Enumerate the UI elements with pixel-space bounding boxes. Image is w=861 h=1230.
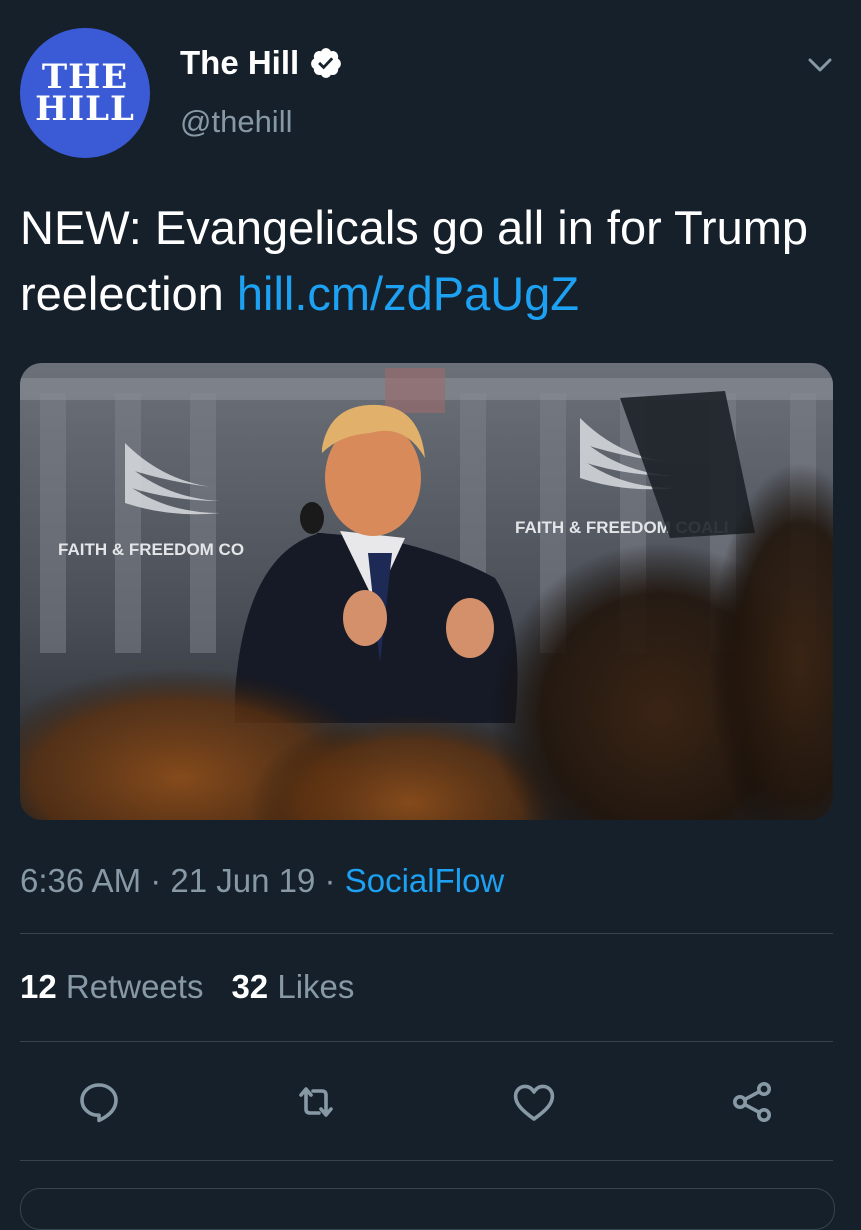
- meta-separator: ·: [141, 862, 171, 899]
- tweet-stats: 12 Retweets 32 Likes: [20, 968, 354, 1006]
- likes-count: 32: [231, 968, 269, 1005]
- tweet-date: 21 Jun 19: [170, 862, 316, 899]
- share-button[interactable]: [728, 1078, 776, 1126]
- tweet-meta: 6:36 AM · 21 Jun 19 · SocialFlow: [20, 862, 504, 900]
- tweet-source-link[interactable]: SocialFlow: [345, 862, 505, 899]
- share-icon: [733, 1082, 771, 1122]
- media-photo: FAITH & FREEDOM CO FAITH & FREEDOM COALI: [20, 363, 833, 820]
- tweet-media-image[interactable]: FAITH & FREEDOM CO FAITH & FREEDOM COALI: [20, 363, 833, 820]
- divider: [20, 933, 833, 934]
- author-name-row: The Hill: [180, 44, 343, 82]
- display-name[interactable]: The Hill: [180, 44, 299, 82]
- retweet-icon: [299, 1087, 333, 1117]
- banner-left-text: FAITH & FREEDOM CO: [58, 540, 244, 559]
- divider: [20, 1041, 833, 1042]
- avatar-line-2: HILL: [35, 89, 135, 129]
- likes-stat[interactable]: 32 Likes: [231, 968, 354, 1005]
- reply-icon: [80, 1083, 118, 1123]
- tweet-time: 6:36 AM: [20, 862, 142, 899]
- verified-badge-icon: [311, 48, 342, 78]
- retweet-button[interactable]: [292, 1078, 340, 1126]
- retweets-label: Retweets: [56, 968, 204, 1005]
- divider: [20, 1160, 833, 1161]
- tweet-link[interactable]: hill.cm/zdPaUgZ: [237, 267, 579, 320]
- heart-icon: [513, 1084, 555, 1121]
- author-handle[interactable]: @thehill: [180, 104, 292, 140]
- reply-composer-edge[interactable]: [20, 1188, 835, 1230]
- meta-separator: ·: [315, 862, 345, 899]
- avatar[interactable]: THE HILL: [20, 28, 150, 158]
- likes-label: Likes: [268, 968, 355, 1005]
- tweet-text: NEW: Evangelicals go all in for Trump re…: [20, 195, 850, 327]
- retweets-count: 12: [20, 968, 57, 1005]
- reply-button[interactable]: [75, 1078, 123, 1126]
- like-button[interactable]: [510, 1078, 558, 1126]
- retweets-stat[interactable]: 12 Retweets: [20, 968, 203, 1005]
- chevron-down-icon[interactable]: [805, 50, 835, 80]
